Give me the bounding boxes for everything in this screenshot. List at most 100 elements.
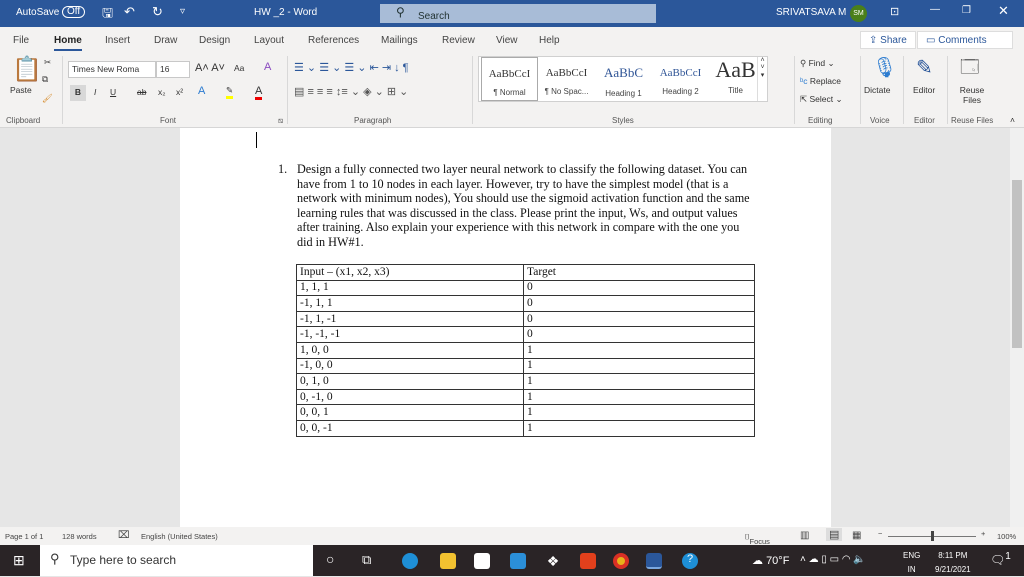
read-mode-icon[interactable]: ▥ (800, 530, 809, 541)
font-dialog-launcher-icon[interactable]: ⧅ (278, 116, 283, 126)
word-count[interactable]: 128 words (62, 532, 97, 541)
input-cell[interactable]: -1, -1, -1 (296, 326, 524, 343)
search-box[interactable]: ⚲ Search (380, 4, 656, 23)
superscript-icon[interactable]: x² (176, 87, 183, 97)
cortana-icon[interactable]: ○ (326, 551, 334, 567)
style-heading-1[interactable]: AaBbC Heading 1 (595, 57, 652, 101)
target-cell[interactable]: 1 (523, 388, 755, 406)
language[interactable]: English (United States) (141, 532, 218, 541)
save-icon[interactable]: 🖫 (102, 4, 113, 26)
subscript-icon[interactable]: x₂ (158, 87, 166, 97)
focus-button[interactable]: ⌷ Focus (745, 532, 770, 546)
input-cell[interactable]: -1, 1, 1 (296, 295, 524, 312)
paragraph-list-icons[interactable]: ☰ ⌄ ☰ ⌄ ☰ ⌄ ⇤ ⇥ ↓ ¶ (294, 61, 409, 74)
autosave-toggle[interactable]: Off (62, 6, 86, 18)
styles-scroll-icon[interactable]: ˄ ˅ ▾ (757, 57, 767, 101)
text-effects-icon[interactable]: A (198, 85, 205, 97)
style-normal[interactable]: AaBbCcI ¶ Normal (481, 57, 538, 101)
microphone-icon[interactable]: 🎙 (872, 55, 897, 80)
zoom-slider-thumb[interactable] (931, 531, 934, 541)
tab-home[interactable]: Home (54, 35, 82, 51)
chrome-icon[interactable] (613, 553, 629, 569)
proofing-icon[interactable]: ⌧ (118, 530, 130, 541)
minimize-icon[interactable]: — (930, 4, 940, 15)
file-explorer-icon[interactable] (440, 553, 456, 569)
weather[interactable]: ☁ 70°F (752, 554, 789, 567)
target-cell[interactable]: 1 (523, 404, 755, 421)
taskbar-search-input[interactable]: ⚲ Type here to search (40, 545, 313, 576)
reuse-files-icon[interactable]: 🗔 (960, 55, 980, 85)
zoom-out-icon[interactable]: − (878, 529, 882, 538)
target-cell[interactable]: 1 (523, 341, 755, 359)
input-cell[interactable]: -1, 0, 0 (296, 357, 524, 375)
zoom-in-icon[interactable]: + (981, 529, 985, 538)
dataset-table[interactable]: Input – (x1, x2, x3) Target 1, 1, 1 0 -1, 1,… (296, 264, 755, 437)
tab-design[interactable]: Design (199, 35, 230, 46)
input-cell[interactable]: 0, 0, -1 (296, 419, 524, 437)
zoom-level[interactable]: 100% (997, 532, 1016, 541)
input-cell[interactable]: 0, 0, 1 (296, 404, 524, 421)
select-button[interactable]: ⇱ Select ⌄ (800, 94, 843, 105)
user-name[interactable]: SRIVATSAVA M (776, 7, 846, 18)
paste-button[interactable]: Paste (10, 85, 32, 95)
clock[interactable]: 8:11 PM 9/21/2021 (935, 549, 971, 577)
font-color-icon[interactable]: A (255, 85, 263, 100)
share-button[interactable]: ⇪ Share (860, 31, 916, 49)
system-tray-icons[interactable]: ˄ ☁ ▯ ▭ ◠ 🔈 (800, 554, 866, 565)
edge-icon[interactable] (402, 553, 418, 569)
input-cell[interactable]: 0, 1, 0 (296, 373, 524, 390)
style-heading-2[interactable]: AaBbCcI Heading 2 (652, 57, 709, 101)
font-size-select[interactable]: 16 (156, 61, 190, 78)
web-layout-icon[interactable]: ▦ (852, 530, 861, 541)
collapse-ribbon-icon[interactable]: ˄ (1010, 115, 1015, 125)
notification-icon[interactable]: 🗨1 (990, 551, 1011, 567)
underline-button[interactable]: U (110, 87, 116, 97)
tab-help[interactable]: Help (539, 35, 560, 46)
font-name-select[interactable]: Times New Roma (68, 61, 156, 78)
redo-icon[interactable]: ↻ (152, 4, 163, 20)
restore-icon[interactable]: ❐ (962, 5, 971, 16)
tab-references[interactable]: References (308, 35, 359, 46)
input-cell[interactable]: 0, -1, 0 (296, 388, 524, 406)
tab-mailings[interactable]: Mailings (381, 35, 418, 46)
alignment-icons[interactable]: ▤ ≡ ≡ ≡ ↕≡ ⌄ ◈ ⌄ ⊞ ⌄ (294, 85, 408, 98)
office-icon[interactable] (580, 553, 596, 569)
editor-pen-icon[interactable]: ✎ (916, 55, 933, 80)
customize-qat-icon[interactable]: ▿ (180, 6, 185, 17)
mail-icon[interactable] (510, 553, 526, 569)
target-cell[interactable]: 1 (523, 373, 755, 390)
target-cell[interactable]: 1 (523, 419, 755, 437)
question-paragraph[interactable]: 1. Design a fully connected two layer ne… (278, 162, 752, 250)
page-count[interactable]: Page 1 of 1 (5, 532, 43, 541)
input-language[interactable]: ENG IN (903, 549, 920, 577)
scrollbar-thumb[interactable] (1012, 180, 1022, 348)
italic-button[interactable]: I (94, 87, 96, 97)
change-case-button[interactable]: Aa (234, 63, 244, 73)
find-button[interactable]: ⚲ Find ⌄ (800, 58, 835, 69)
target-cell[interactable]: Target (523, 264, 755, 281)
comments-button[interactable]: ▭ Comments (917, 31, 1013, 49)
tab-review[interactable]: Review (442, 35, 475, 46)
tab-layout[interactable]: Layout (254, 35, 284, 46)
highlight-icon[interactable]: ✎ (226, 85, 234, 99)
input-cell[interactable]: Input – (x1, x2, x3) (296, 264, 524, 281)
input-cell[interactable]: 1, 0, 0 (296, 341, 524, 359)
replace-button[interactable]: ᵇc Replace (800, 76, 841, 86)
help-icon[interactable]: ? (682, 553, 698, 569)
undo-icon[interactable]: ↶ (124, 4, 135, 20)
bold-button[interactable]: B (70, 85, 86, 101)
copy-icon[interactable]: ⧉ (42, 74, 48, 85)
style-title[interactable]: AaB Title (707, 57, 764, 101)
clear-formatting-icon[interactable]: A (264, 61, 271, 73)
dropbox-icon[interactable]: ❖ (545, 553, 561, 569)
cut-icon[interactable]: ✂ (44, 57, 51, 68)
paste-icon[interactable]: 📋 (12, 55, 42, 84)
windows-start-icon[interactable]: ⊞ (13, 552, 25, 569)
editor-button[interactable]: Editor (913, 85, 935, 95)
target-cell[interactable]: 0 (523, 279, 755, 297)
target-cell[interactable]: 0 (523, 310, 755, 328)
target-cell[interactable]: 0 (523, 326, 755, 343)
store-icon[interactable] (474, 553, 490, 569)
style-no-spacing[interactable]: AaBbCcI ¶ No Spac... (538, 57, 595, 101)
grow-font-icon[interactable]: A˄ A˅ (195, 62, 225, 74)
